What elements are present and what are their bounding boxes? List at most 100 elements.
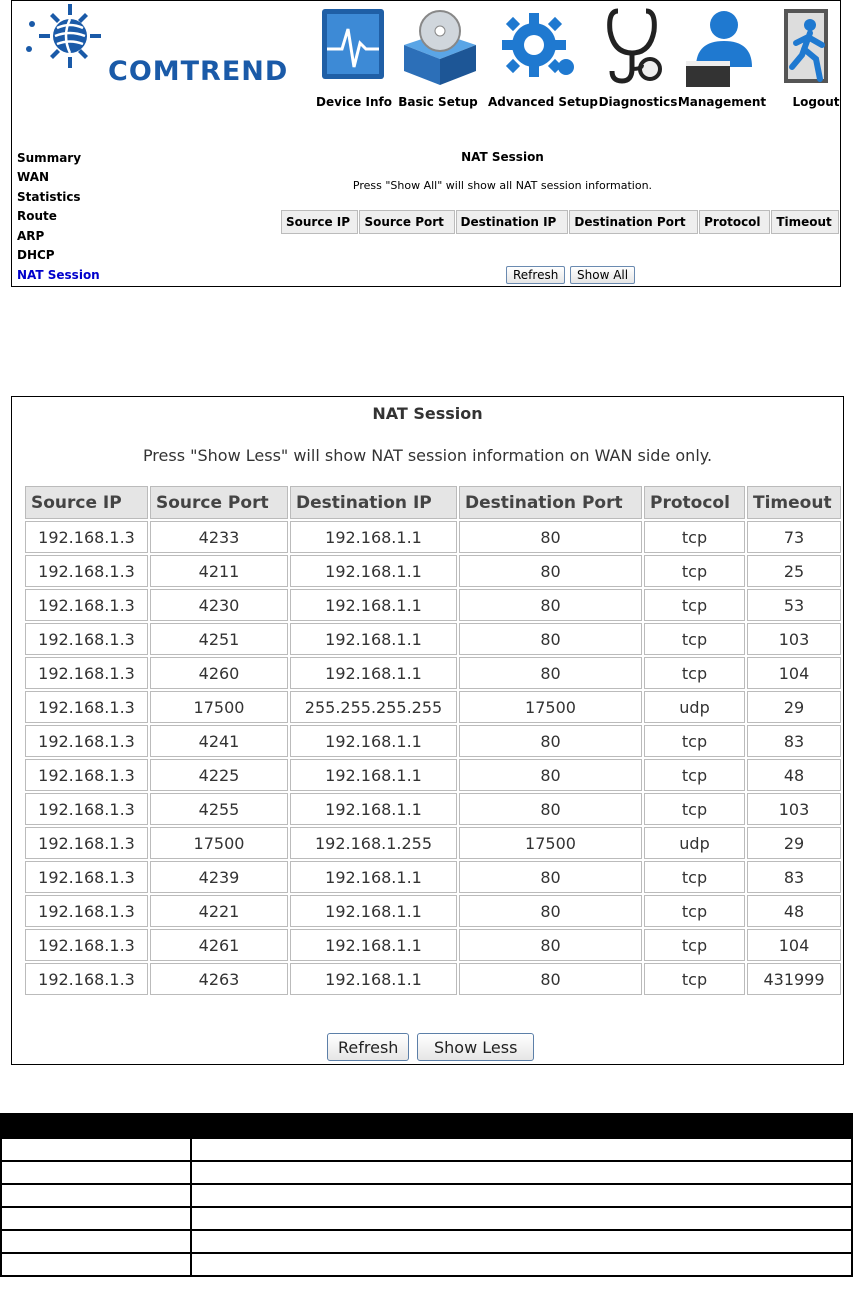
nav-logout[interactable]: Logout — [774, 5, 853, 113]
table-cell: 17500 — [150, 691, 288, 723]
table-cell: 29 — [747, 827, 841, 859]
table-cell: tcp — [644, 861, 745, 893]
table-row: 192.168.1.3 4221 192.168.1.1 80 tcp 48 — [25, 895, 841, 927]
table-row — [0, 1229, 853, 1254]
table-cell: udp — [644, 691, 745, 723]
table-cell: tcp — [644, 963, 745, 995]
nav-management[interactable]: Management — [678, 5, 766, 113]
table-cell: 192.168.1.1 — [290, 657, 457, 689]
sidebar-item-wan[interactable]: WAN — [17, 170, 49, 184]
table-cell: 192.168.1.3 — [25, 623, 148, 655]
table-cell — [190, 1183, 853, 1208]
table-cell: tcp — [644, 521, 745, 553]
table-row: 192.168.1.3 4241 192.168.1.1 80 tcp 83 — [25, 725, 841, 757]
table-cell: tcp — [644, 929, 745, 961]
table-cell: 4239 — [150, 861, 288, 893]
table-cell: 192.168.1.3 — [25, 963, 148, 995]
table-cell: 192.168.1.3 — [25, 827, 148, 859]
nav-label: Basic Setup — [398, 95, 478, 109]
table-cell — [0, 1229, 192, 1254]
table-cell — [190, 1113, 853, 1139]
table-cell — [0, 1160, 192, 1185]
sidebar-item-statistics[interactable]: Statistics — [17, 190, 81, 204]
table-cell: 80 — [459, 793, 642, 825]
refresh-button[interactable]: Refresh — [327, 1033, 410, 1061]
table-cell: 192.168.1.3 — [25, 657, 148, 689]
table-cell: 192.168.1.1 — [290, 895, 457, 927]
table-row — [0, 1137, 853, 1162]
sidebar-item-summary[interactable]: Summary — [17, 151, 81, 165]
column-header: Protocol — [699, 210, 771, 234]
table-cell: 255.255.255.255 — [290, 691, 457, 723]
show-all-button[interactable]: Show All — [570, 266, 636, 284]
table-cell: 80 — [459, 555, 642, 587]
table-cell: 73 — [747, 521, 841, 553]
table-row: 192.168.1.3 4255 192.168.1.1 80 tcp 103 — [25, 793, 841, 825]
show-less-button[interactable]: Show Less — [417, 1033, 535, 1061]
gear-icon — [502, 13, 574, 77]
table-cell: 83 — [747, 725, 841, 757]
column-header: Protocol — [644, 486, 745, 519]
table-row: 192.168.1.3 17500 255.255.255.255 17500 udp 2… — [25, 691, 841, 723]
table-cell — [0, 1137, 192, 1162]
nat-session-table: Source IP Source Port Destination IP Des… — [23, 484, 843, 997]
table-cell: 4221 — [150, 895, 288, 927]
monitor-pulse-icon — [322, 9, 384, 79]
table-cell: 192.168.1.1 — [290, 555, 457, 587]
table-cell: udp — [644, 827, 745, 859]
exit-door-icon — [784, 9, 828, 83]
column-header: Source IP — [281, 210, 359, 234]
column-header: Destination Port — [569, 210, 699, 234]
main-content: NAT Session Press "Show All" will show a… — [165, 136, 840, 286]
table-cell — [0, 1183, 192, 1208]
table-cell — [190, 1252, 853, 1277]
refresh-button[interactable]: Refresh — [506, 266, 566, 284]
table-cell: 192.168.1.1 — [290, 793, 457, 825]
table-cell: 192.168.1.1 — [290, 521, 457, 553]
table-cell: 48 — [747, 895, 841, 927]
table-row — [0, 1113, 853, 1139]
table-cell: tcp — [644, 589, 745, 621]
table-cell: 4251 — [150, 623, 288, 655]
nav-device-info[interactable]: Device Info — [312, 5, 396, 113]
nav-advanced-setup[interactable]: Advanced Setup — [488, 5, 598, 113]
table-cell: 53 — [747, 589, 841, 621]
table-row — [0, 1160, 853, 1185]
column-header: Destination Port — [459, 486, 642, 519]
sidebar-item-arp[interactable]: ARP — [17, 229, 44, 243]
table-cell: 4261 — [150, 929, 288, 961]
nav-label: Device Info — [316, 95, 392, 109]
table-row: 192.168.1.3 4239 192.168.1.1 80 tcp 83 — [25, 861, 841, 893]
column-header: Destination IP — [455, 210, 569, 234]
nav-label: Logout — [792, 95, 840, 109]
table-cell: 192.168.1.1 — [290, 589, 457, 621]
nav-diagnostics[interactable]: Diagnostics — [596, 5, 680, 113]
table-cell: tcp — [644, 759, 745, 791]
table-cell: 192.168.1.1 — [290, 963, 457, 995]
nav-basic-setup[interactable]: Basic Setup — [396, 5, 480, 113]
sidebar-item-nat-session[interactable]: NAT Session — [17, 268, 100, 282]
sidebar-item-dhcp[interactable]: DHCP — [17, 248, 55, 262]
table-cell: 4225 — [150, 759, 288, 791]
column-header: Source IP — [25, 486, 148, 519]
table-cell: 4255 — [150, 793, 288, 825]
table-row — [0, 1252, 853, 1277]
table-cell: 83 — [747, 861, 841, 893]
table-row: 192.168.1.3 4260 192.168.1.1 80 tcp 104 — [25, 657, 841, 689]
table-cell: 80 — [459, 589, 642, 621]
comtrend-globe-icon — [26, 4, 101, 68]
table-cell — [190, 1160, 853, 1185]
column-header: Timeout — [771, 210, 839, 234]
stethoscope-icon — [607, 8, 662, 84]
table-cell: 4233 — [150, 521, 288, 553]
table-cell: 4230 — [150, 589, 288, 621]
table-header-row: Source IP Source Port Destination IP Des… — [281, 210, 839, 234]
table-row — [0, 1206, 853, 1231]
table-body: 192.168.1.3 4233 192.168.1.1 80 tcp 73 192.168… — [25, 521, 841, 995]
sidebar-item-route[interactable]: Route — [17, 209, 57, 223]
table-cell: 192.168.1.3 — [25, 929, 148, 961]
table-row: 192.168.1.3 4225 192.168.1.1 80 tcp 48 — [25, 759, 841, 791]
nav-label: Management — [677, 95, 767, 109]
table-cell: 80 — [459, 861, 642, 893]
table-cell: 25 — [747, 555, 841, 587]
